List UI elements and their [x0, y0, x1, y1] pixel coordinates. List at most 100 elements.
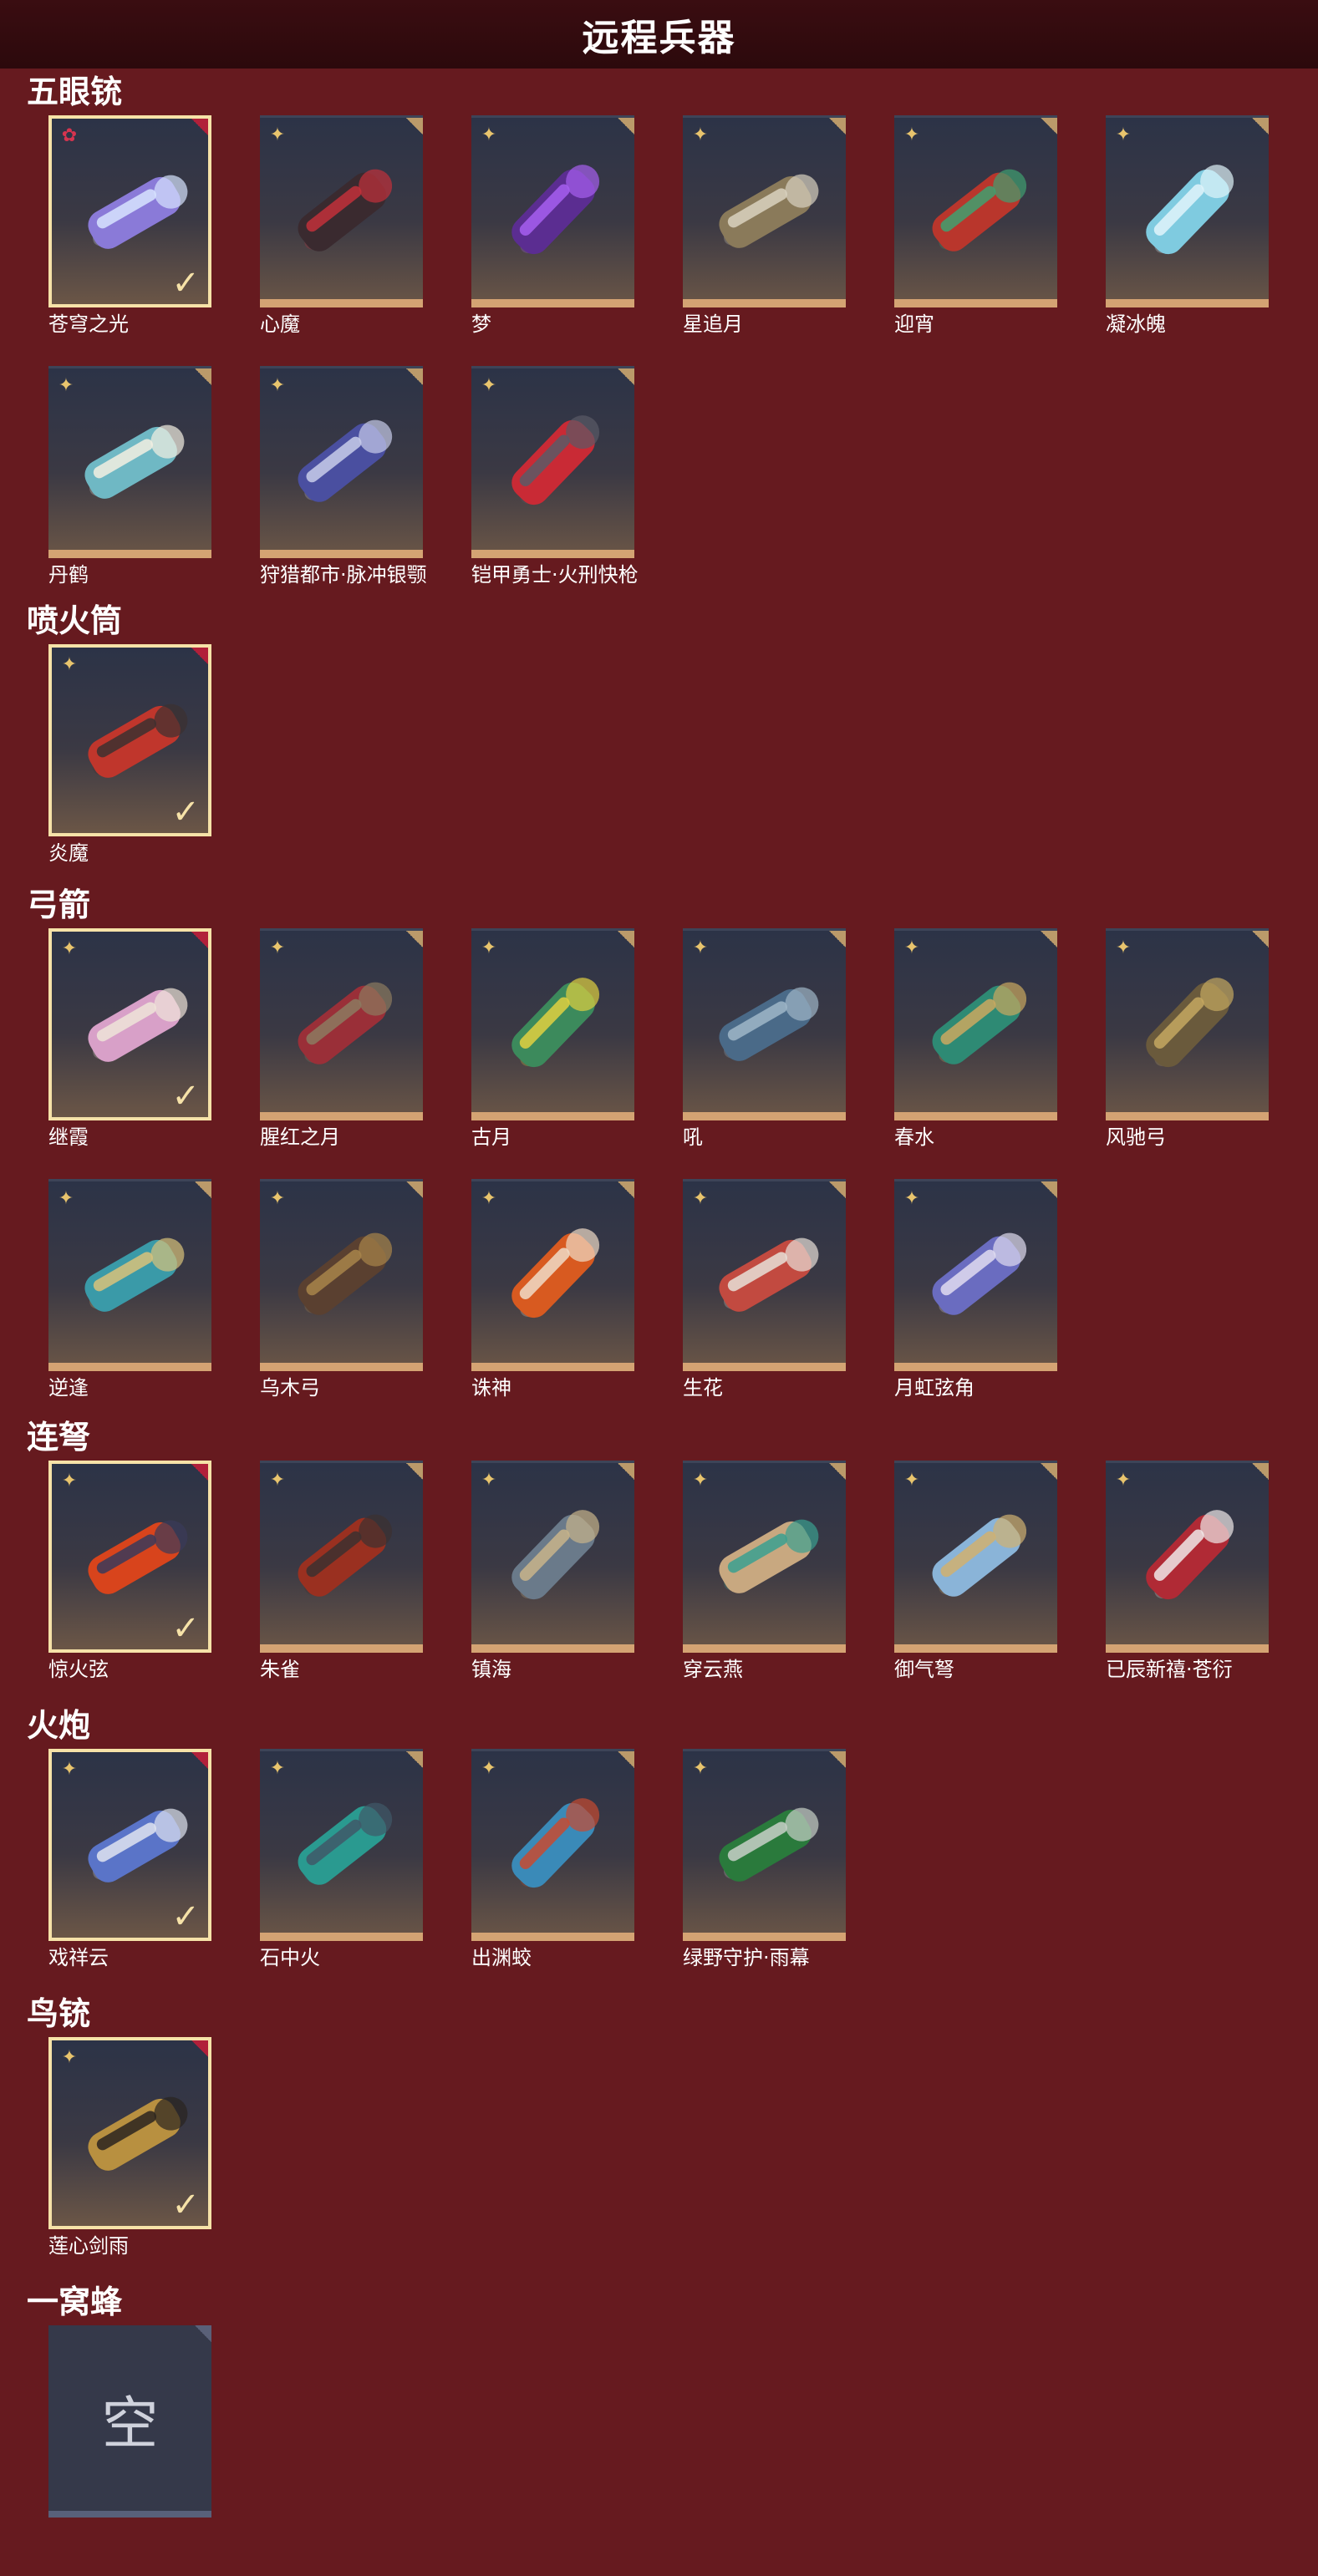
weapon-card[interactable]: ✦ ✓: [48, 644, 211, 836]
weapon-item[interactable]: ✦ 吼: [683, 928, 846, 1179]
weapon-item[interactable]: ✦ 镇海: [471, 1461, 634, 1711]
weapon-item[interactable]: ✿ ✓ 苍穹之光: [48, 115, 211, 366]
weapon-item[interactable]: ✦ 腥红之月: [260, 928, 423, 1179]
weapon-item[interactable]: ✦ 春水: [894, 928, 1057, 1179]
weapon-artwork: [932, 1232, 1027, 1315]
weapon-item[interactable]: ✦ 御气弩: [894, 1461, 1057, 1711]
weapon-item[interactable]: ✦ 石中火: [260, 1749, 423, 1999]
weapon-item[interactable]: ✦ 诛神: [471, 1179, 634, 1430]
weapon-card[interactable]: ✦: [471, 366, 634, 558]
weapon-artwork: [719, 1519, 819, 1593]
sparkle-icon: ✦: [61, 1759, 78, 1780]
weapon-item[interactable]: ✦ 已辰新禧·苍衍: [1106, 1461, 1269, 1711]
weapon-card[interactable]: ✦ ✓: [48, 1461, 211, 1653]
weapon-card[interactable]: ✦: [260, 1749, 423, 1941]
weapon-card[interactable]: ✦: [260, 928, 423, 1120]
weapon-item[interactable]: ✦ 绿野守护·雨幕: [683, 1749, 846, 1999]
weapon-item[interactable]: ✦ 铠甲勇士·火刑快枪: [471, 366, 639, 617]
weapon-item[interactable]: ✦ 出渊蛟: [471, 1749, 634, 1999]
weapon-item[interactable]: ✦ 逆逢: [48, 1179, 211, 1430]
weapon-card[interactable]: ✦ ✓: [48, 2037, 211, 2229]
weapon-item[interactable]: ✦ 古月: [471, 928, 634, 1179]
weapon-card[interactable]: ✦: [260, 115, 423, 307]
weapon-name: 梦: [471, 312, 491, 336]
weapon-card[interactable]: ✦: [471, 1461, 634, 1653]
weapon-card[interactable]: ✦: [471, 1179, 634, 1371]
weapon-artwork: [511, 165, 600, 255]
corner-tab-icon: [829, 931, 846, 948]
empty-weapon-slot[interactable]: 空: [48, 2325, 211, 2576]
sparkle-icon: ✦: [903, 1188, 920, 1209]
weapon-card[interactable]: ✦: [894, 115, 1057, 307]
weapon-item[interactable]: ✦ 月虹弦角: [894, 1179, 1057, 1430]
sparkle-icon: ✦: [1115, 937, 1132, 958]
weapon-item[interactable]: ✦ 丹鹤: [48, 366, 211, 617]
weapon-card[interactable]: ✦: [1106, 1461, 1269, 1653]
weapon-card[interactable]: ✦: [471, 115, 634, 307]
weapon-item[interactable]: ✦ 梦: [471, 115, 634, 366]
weapon-item[interactable]: ✦ 生花: [683, 1179, 846, 1430]
corner-tab-icon: [618, 931, 634, 948]
weapon-card[interactable]: ✦: [683, 1749, 846, 1941]
sparkle-icon: ✦: [1115, 1470, 1132, 1491]
weapon-item[interactable]: ✦ ✓ 惊火弦: [48, 1461, 211, 1711]
weapon-card[interactable]: ✦: [894, 1461, 1057, 1653]
weapon-card[interactable]: ✦: [894, 928, 1057, 1120]
weapon-artwork: [298, 1232, 393, 1315]
sparkle-icon: ✦: [481, 1758, 497, 1779]
weapon-card[interactable]: ✦: [48, 1179, 211, 1371]
weapon-grid: ✦ ✓ 惊火弦 ✦ 朱雀 ✦ 镇海 ✦ 穿云燕 ✦ 御气弩 ✦ 已辰新禧·苍衍: [48, 1461, 1302, 1711]
weapon-card[interactable]: ✦: [260, 1179, 423, 1371]
weapon-name: 丹鹤: [48, 563, 89, 587]
weapon-name: 狩猎都市·脉冲银颚: [260, 563, 427, 587]
category-title: 五眼铳: [27, 74, 123, 110]
weapon-item[interactable]: ✦ ✓ 莲心剑雨: [48, 2037, 211, 2288]
weapon-card[interactable]: ✦: [1106, 928, 1269, 1120]
corner-tab-icon: [406, 931, 423, 948]
weapon-item[interactable]: ✦ 穿云燕: [683, 1461, 846, 1711]
weapon-card[interactable]: ✦: [471, 928, 634, 1120]
corner-tab-icon: [618, 368, 634, 385]
weapon-item[interactable]: ✦ 朱雀: [260, 1461, 423, 1711]
weapon-item[interactable]: ✦ 狩猎都市·脉冲银颚: [260, 366, 427, 617]
weapon-card[interactable]: ✦: [1106, 115, 1269, 307]
weapon-card[interactable]: ✦: [683, 1461, 846, 1653]
weapon-card[interactable]: ✦: [683, 928, 846, 1120]
weapon-card[interactable]: ✦: [48, 366, 211, 558]
weapon-card[interactable]: ✦: [260, 1461, 423, 1653]
sparkle-icon: ✦: [61, 938, 78, 959]
weapon-card[interactable]: ✦: [894, 1179, 1057, 1371]
weapon-item[interactable]: ✦ 心魔: [260, 115, 423, 366]
weapon-item[interactable]: ✦ 乌木弓: [260, 1179, 423, 1430]
weapon-item[interactable]: ✦ 星追月: [683, 115, 846, 366]
corner-tab-icon: [191, 1464, 208, 1481]
corner-tab-icon: [195, 368, 211, 385]
weapon-card[interactable]: ✦: [683, 115, 846, 307]
weapon-card[interactable]: ✿ ✓: [48, 115, 211, 307]
weapon-artwork: [1146, 165, 1234, 255]
weapon-name: 腥红之月: [260, 1125, 340, 1149]
weapon-card[interactable]: ✦: [471, 1749, 634, 1941]
weapon-card[interactable]: ✦ ✓: [48, 1749, 211, 1941]
weapon-name: 御气弩: [894, 1658, 954, 1681]
weapon-category-section: 鸟铳 ✦ ✓ 莲心剑雨: [0, 1990, 1318, 2279]
weapon-artwork: [719, 987, 819, 1061]
weapon-card[interactable]: ✦: [260, 366, 423, 558]
weapon-artwork: [298, 1802, 393, 1885]
weapon-item[interactable]: ✦ ✓ 戏祥云: [48, 1749, 211, 1999]
weapon-card[interactable]: ✦: [683, 1179, 846, 1371]
weapon-card[interactable]: ✦ ✓: [48, 928, 211, 1120]
weapon-item[interactable]: ✦ 凝冰魄: [1106, 115, 1269, 366]
weapon-item[interactable]: ✦ 风驰弓: [1106, 928, 1269, 1179]
corner-tab-icon: [191, 119, 208, 135]
sparkle-icon: ✦: [481, 1470, 497, 1491]
sparkle-icon: ✦: [269, 1188, 286, 1209]
corner-tab-icon: [618, 1181, 634, 1198]
weapon-item[interactable]: ✦ ✓ 炎魔: [48, 644, 211, 895]
corner-tab-icon: [829, 1463, 846, 1480]
weapon-artwork: [298, 982, 393, 1064]
weapon-name: 吼: [683, 1125, 703, 1149]
weapon-item[interactable]: ✦ ✓ 继霞: [48, 928, 211, 1179]
weapon-name: 出渊蛟: [471, 1946, 532, 1969]
weapon-item[interactable]: ✦ 迎宵: [894, 115, 1057, 366]
